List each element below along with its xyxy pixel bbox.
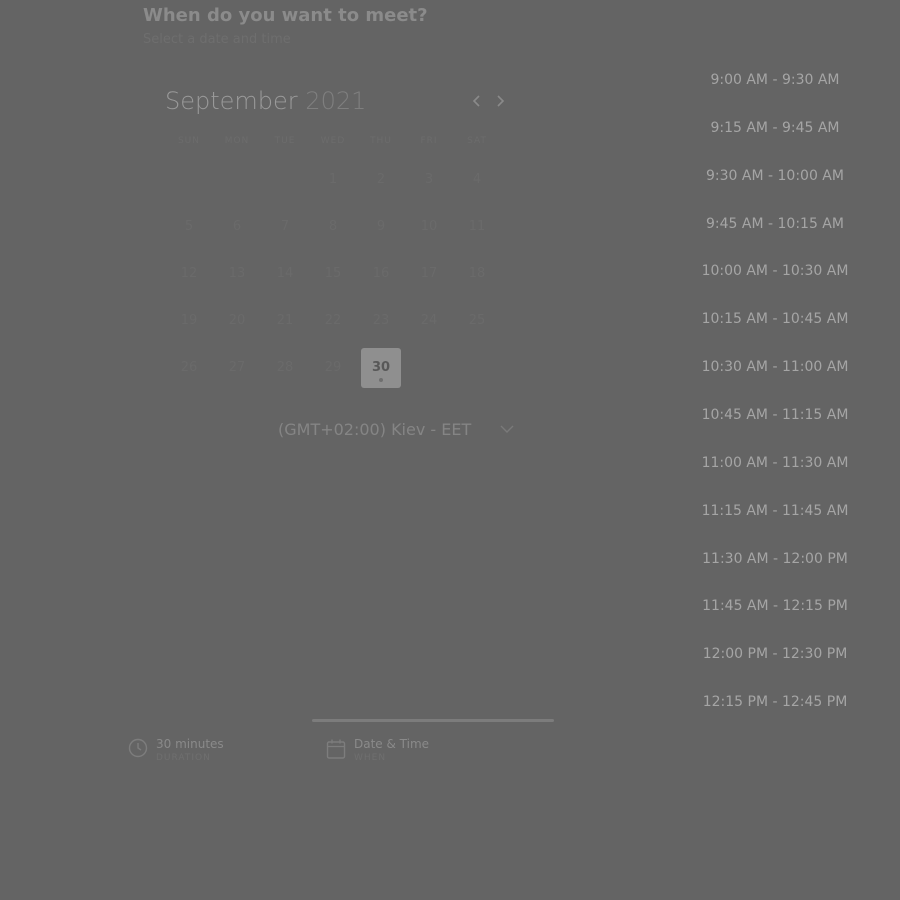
next-month-button[interactable]	[491, 92, 509, 110]
step-progress-bar	[312, 719, 554, 722]
time-slot-button[interactable]: 11:00 AM - 11:30 AM	[690, 443, 860, 483]
calendar-day: 26	[180, 360, 198, 375]
page-subtitle: Select a date and time	[143, 32, 291, 47]
time-slot-button[interactable]: 10:15 AM - 10:45 AM	[690, 299, 860, 339]
weekday-label: FRI	[420, 136, 438, 146]
clock-icon	[128, 738, 148, 758]
time-slot-button[interactable]: 11:45 AM - 12:15 PM	[690, 586, 860, 626]
calendar-day: 28	[276, 360, 294, 375]
calendar-day: 8	[328, 219, 338, 234]
calendar-day: 15	[324, 266, 342, 281]
calendar-day: 16	[372, 266, 390, 281]
calendar-month-title: September 2021	[165, 87, 366, 115]
chevron-down-icon	[500, 425, 514, 433]
weekday-label: TUE	[274, 136, 296, 146]
calendar-day-selected[interactable]: 30	[361, 348, 401, 388]
weekday-label: SAT	[467, 136, 487, 146]
time-slot-button[interactable]: 11:30 AM - 12:00 PM	[690, 539, 860, 579]
datetime-subtitle: WHEN	[354, 753, 387, 763]
calendar-day: 9	[376, 219, 386, 234]
calendar-day: 3	[424, 172, 434, 187]
datetime-title: Date & Time	[354, 737, 430, 751]
time-slot-button[interactable]: 9:45 AM - 10:15 AM	[690, 204, 860, 244]
calendar-day: 25	[468, 313, 486, 328]
timezone-label: (GMT+02:00) Kiev - EET	[278, 420, 472, 439]
weekday-label: WED	[320, 136, 346, 146]
time-slot-button[interactable]: 10:45 AM - 11:15 AM	[690, 395, 860, 435]
calendar-day: 13	[228, 266, 246, 281]
calendar-icon	[326, 739, 346, 759]
weekday-label: MON	[224, 136, 250, 146]
step-datetime: Date & Time WHEN	[326, 735, 476, 767]
calendar-day: 4	[472, 172, 482, 187]
calendar-day: 20	[228, 313, 246, 328]
duration-title: 30 minutes	[156, 737, 224, 751]
calendar-day: 29	[324, 360, 342, 375]
calendar-day: 1	[328, 172, 338, 187]
calendar-day: 24	[420, 313, 438, 328]
duration-subtitle: DURATION	[156, 753, 211, 763]
calendar-month: September	[165, 87, 298, 115]
time-slot-button[interactable]: 12:00 PM - 12:30 PM	[690, 634, 860, 674]
timezone-select[interactable]: (GMT+02:00) Kiev - EET	[265, 416, 521, 444]
calendar-day: 22	[324, 313, 342, 328]
chevron-right-icon	[497, 95, 505, 107]
calendar-day: 21	[276, 313, 294, 328]
calendar-day: 6	[232, 219, 242, 234]
calendar-year: 2021	[305, 87, 367, 115]
calendar-day: 10	[420, 219, 438, 234]
time-slot-button[interactable]: 10:30 AM - 11:00 AM	[690, 347, 860, 387]
weekday-label: SUN	[177, 136, 201, 146]
calendar-day: 27	[228, 360, 246, 375]
weekday-label: THU	[370, 136, 392, 146]
calendar-day: 18	[468, 266, 486, 281]
time-slot-button[interactable]: 10:00 AM - 10:30 AM	[690, 251, 860, 291]
calendar-day: 14	[276, 266, 294, 281]
time-slot-button[interactable]: 9:15 AM - 9:45 AM	[690, 108, 860, 148]
calendar-day: 12	[180, 266, 198, 281]
calendar-day: 23	[372, 313, 390, 328]
calendar-day: 5	[184, 219, 194, 234]
time-slot-button[interactable]: 12:15 PM - 12:45 PM	[690, 682, 860, 722]
calendar-day: 17	[420, 266, 438, 281]
calendar-day: 7	[280, 219, 290, 234]
page-title: When do you want to meet?	[143, 5, 428, 26]
step-duration: 30 minutes DURATION	[128, 735, 278, 767]
weekday-header: SUN MON TUE WED THU FRI SAT	[165, 136, 501, 150]
time-slot-button[interactable]: 11:15 AM - 11:45 AM	[690, 491, 860, 531]
calendar-day: 19	[180, 313, 198, 328]
time-slot-button[interactable]: 9:30 AM - 10:00 AM	[690, 156, 860, 196]
time-slot-button[interactable]: 9:00 AM - 9:30 AM	[690, 60, 860, 100]
calendar-day-grid: 1 2 3 4 5 6 7 8 9 10 11 12 13 14 15 16 17 18 19 20 21 22 23 24 2…	[165, 160, 501, 390]
prev-month-button[interactable]	[468, 92, 486, 110]
calendar-day: 2	[376, 172, 386, 187]
chevron-left-icon	[472, 95, 480, 107]
calendar-day: 11	[468, 219, 486, 234]
